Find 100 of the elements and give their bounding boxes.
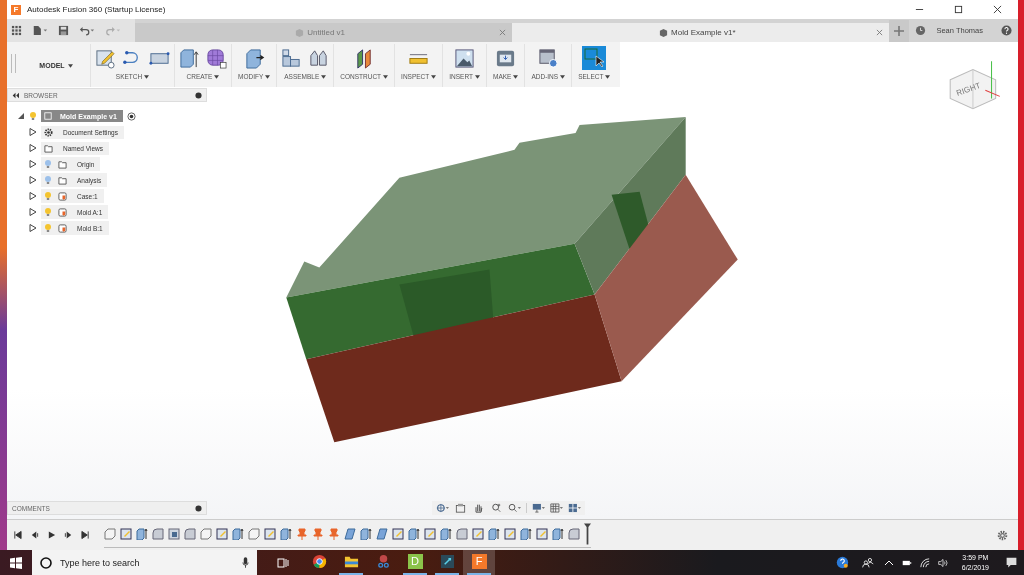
caret-icon	[144, 74, 150, 79]
sketch-icon[interactable]	[120, 527, 132, 540]
extrude-icon[interactable]	[520, 527, 532, 540]
look-at-icon[interactable]	[454, 503, 467, 513]
caret-icon	[383, 74, 389, 79]
panel-toggle-icon[interactable]	[195, 91, 202, 99]
app-logo: D	[407, 554, 423, 569]
document-tab[interactable]: Mold Example v1*	[512, 23, 890, 42]
caret-icon	[513, 74, 519, 79]
component-icon[interactable]	[281, 47, 303, 69]
image-icon[interactable]	[454, 47, 476, 69]
sketch-icon[interactable]	[95, 47, 116, 69]
app-logo: F	[471, 554, 487, 569]
orbit-icon[interactable]	[436, 503, 449, 513]
caret-icon	[431, 74, 437, 79]
caret-icon	[321, 74, 327, 79]
move-icon[interactable]	[376, 527, 388, 540]
help-icon[interactable]	[835, 556, 849, 569]
job-status-icon[interactable]	[915, 25, 927, 36]
scissors-icon	[375, 554, 391, 569]
step-forward-icon[interactable]	[64, 530, 73, 540]
combine-icon[interactable]	[168, 527, 180, 540]
form-icon[interactable]	[206, 47, 227, 69]
press-pull-icon[interactable]	[243, 47, 265, 69]
save-icon[interactable]	[58, 25, 69, 36]
lightbulb-icon[interactable]	[44, 223, 52, 233]
joint-icon[interactable]	[308, 47, 330, 69]
display-icon[interactable]	[532, 503, 545, 513]
select-icon[interactable]	[582, 46, 607, 70]
window-title: Autodesk Fusion 360 (Startup License)	[27, 5, 166, 14]
collapse-icon[interactable]	[12, 91, 19, 99]
sketch-icon[interactable]	[216, 527, 228, 540]
fillet-icon[interactable]	[184, 527, 196, 540]
skip-forward-icon[interactable]	[81, 530, 90, 540]
apps-grid-icon[interactable]	[11, 25, 22, 36]
step-back-icon[interactable]	[30, 530, 39, 540]
grid-icon[interactable]	[550, 503, 563, 513]
microphone-icon[interactable]	[242, 557, 249, 568]
timeline-marker[interactable]	[584, 522, 591, 545]
sketch-icon[interactable]	[392, 527, 404, 540]
extrude-icon[interactable]	[360, 527, 372, 540]
caret-icon	[560, 74, 566, 79]
help-icon[interactable]	[1001, 25, 1012, 36]
volume-icon[interactable]	[937, 557, 948, 568]
caret-icon	[605, 74, 611, 79]
sketch-icon[interactable]	[472, 527, 484, 540]
caret-icon	[265, 74, 271, 79]
extrude-icon[interactable]	[488, 527, 500, 540]
activate-radio-icon[interactable]	[126, 111, 136, 121]
extrude-icon[interactable]	[136, 527, 148, 540]
fillet-icon[interactable]	[152, 527, 164, 540]
pan-icon[interactable]	[472, 503, 485, 513]
pin-icon[interactable]	[312, 527, 324, 540]
caret-icon	[214, 74, 220, 79]
cube-icon	[659, 28, 669, 37]
pin-icon[interactable]	[296, 527, 308, 540]
fit-icon[interactable]	[508, 503, 521, 513]
extrude-icon[interactable]	[179, 47, 200, 69]
script-icon[interactable]	[537, 47, 559, 69]
lightbulb-icon[interactable]	[44, 191, 52, 201]
undo-icon[interactable]	[79, 25, 95, 36]
maximize-button[interactable]	[954, 5, 963, 14]
start-button[interactable]	[10, 556, 22, 569]
play-icon[interactable]	[47, 530, 56, 540]
wifi-icon[interactable]	[919, 557, 930, 568]
lightbulb-icon[interactable]	[44, 159, 52, 169]
task-view-icon[interactable]	[277, 556, 289, 569]
sketch-icon[interactable]	[424, 527, 436, 540]
viewports-icon[interactable]	[568, 503, 581, 513]
lightbulb-icon[interactable]	[29, 111, 37, 121]
file-menu-icon[interactable]	[32, 25, 48, 36]
fillet-icon[interactable]	[456, 527, 468, 540]
search-field[interactable]: Type here to search	[32, 550, 257, 575]
box-icon[interactable]	[200, 527, 212, 540]
panel-toggle-icon[interactable]	[195, 504, 202, 512]
extrude-icon[interactable]	[280, 527, 292, 540]
box-icon[interactable]	[104, 527, 116, 540]
settings-icon[interactable]	[997, 529, 1008, 541]
close-icon[interactable]	[993, 5, 1002, 14]
extrude-icon[interactable]	[440, 527, 452, 540]
app-icon: F	[11, 4, 21, 15]
pin-icon[interactable]	[328, 527, 340, 540]
extrude-icon[interactable]	[408, 527, 420, 540]
collapse-arrow-icon[interactable]	[17, 112, 25, 120]
sketch-icon[interactable]	[536, 527, 548, 540]
extrude-icon[interactable]	[552, 527, 564, 540]
skip-back-icon[interactable]	[13, 530, 22, 540]
box-icon[interactable]	[248, 527, 260, 540]
extrude-icon[interactable]	[232, 527, 244, 540]
sketch-icon[interactable]	[504, 527, 516, 540]
people-icon[interactable]	[860, 556, 874, 569]
lightbulb-icon[interactable]	[44, 175, 52, 185]
component-icon	[58, 191, 67, 201]
zoom-icon[interactable]	[490, 503, 503, 513]
notification-icon[interactable]	[1005, 556, 1018, 569]
move-icon[interactable]	[344, 527, 356, 540]
sketch-icon[interactable]	[264, 527, 276, 540]
search-input[interactable]: Type here to search	[58, 556, 236, 569]
lightbulb-icon[interactable]	[44, 207, 52, 217]
circle-icon	[40, 556, 52, 569]
